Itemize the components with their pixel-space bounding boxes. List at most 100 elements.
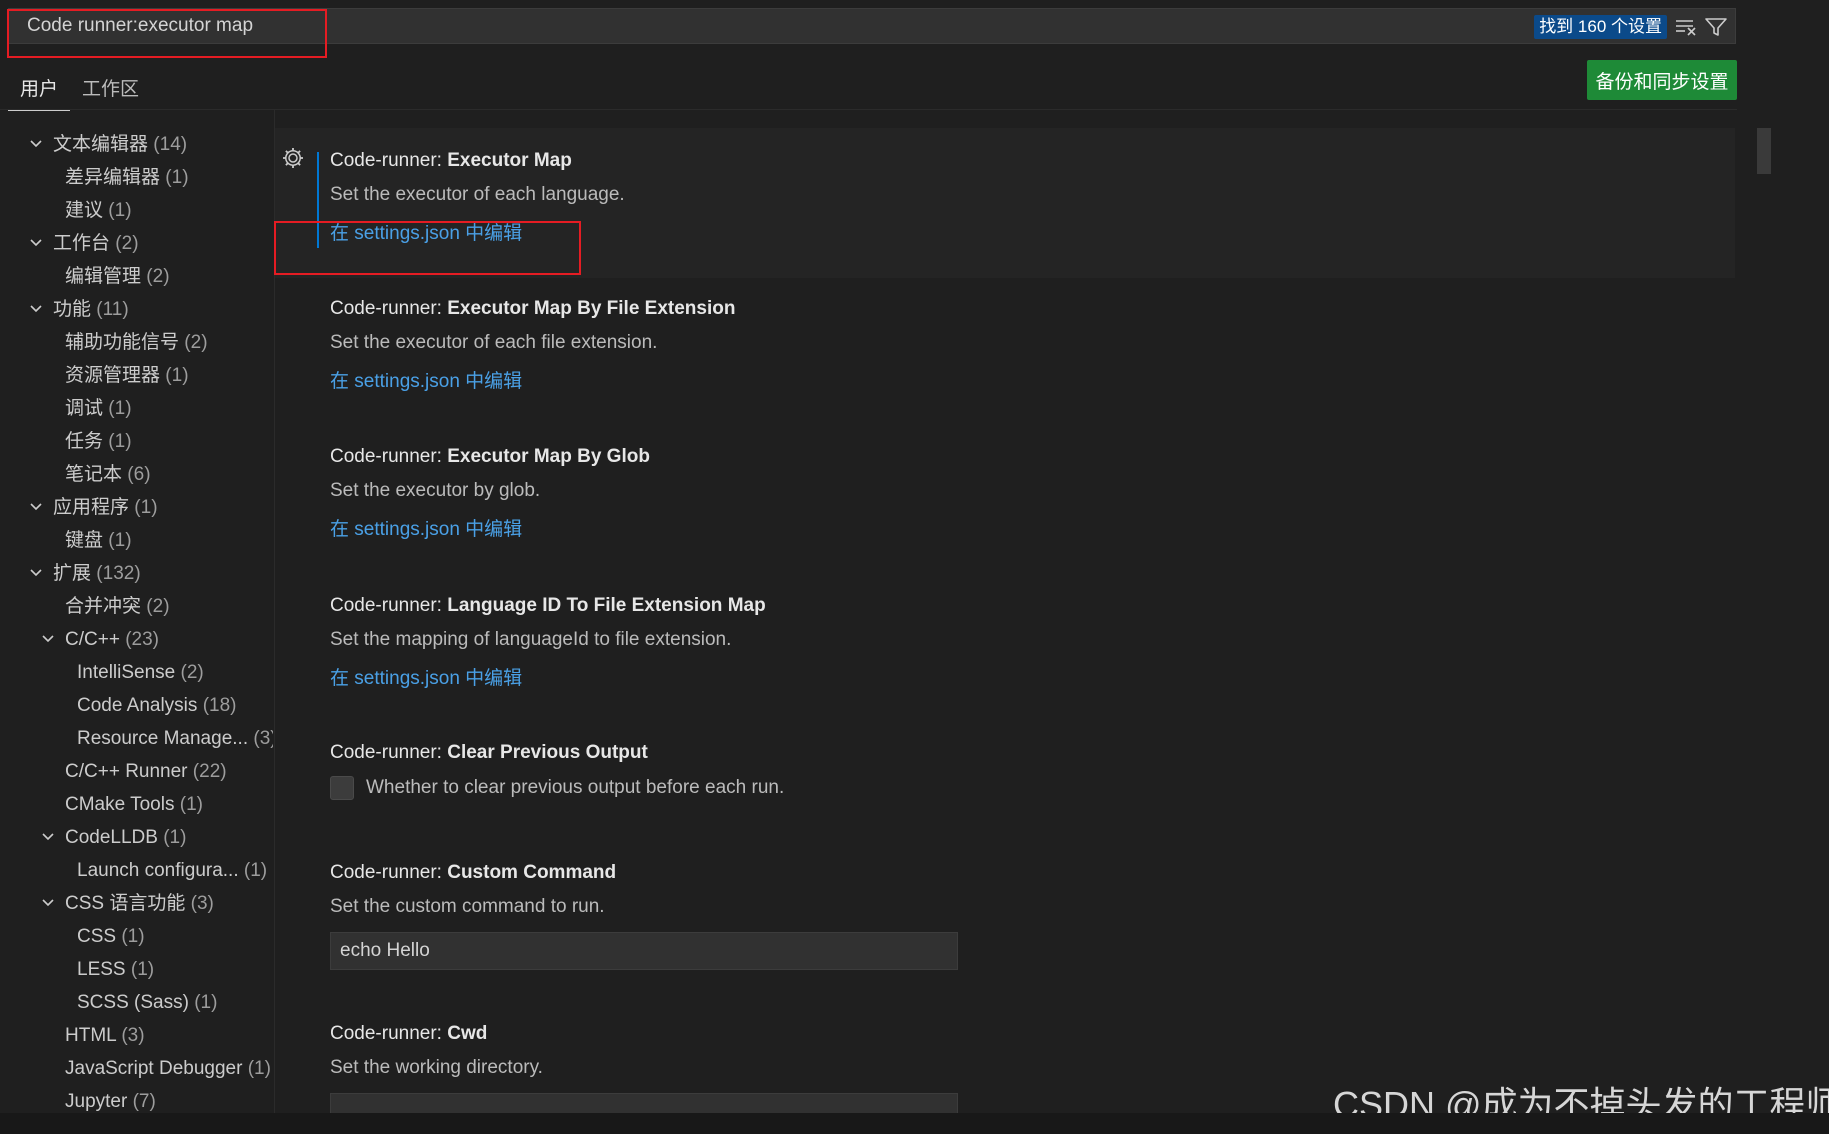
toc-item-count: (1) <box>163 827 187 848</box>
settings-search-input[interactable] <box>19 9 1519 43</box>
edit-in-settings-json-link[interactable]: 在 settings.json 中编辑 <box>330 514 1630 541</box>
toc-item[interactable]: 文本编辑器 (14) <box>0 128 273 161</box>
toc-item[interactable]: 笔记本 (6) <box>0 458 273 491</box>
toc-item[interactable]: 辅助功能信号 (2) <box>0 326 273 359</box>
edit-in-settings-json-link[interactable]: 在 settings.json 中编辑 <box>330 663 1630 690</box>
toc-item-label: 建议 <box>65 200 104 221</box>
toc-item[interactable]: CMake Tools (1) <box>0 788 273 821</box>
toc-item-label: IntelliSense <box>77 662 176 683</box>
toc-item[interactable]: CodeLLDB (1) <box>0 821 273 854</box>
clear-filter-icon[interactable] <box>1673 15 1699 39</box>
toc-item-count: (1) <box>247 1058 271 1079</box>
toc-item[interactable]: C/C++ Runner (22) <box>0 755 273 788</box>
toc-item-label: 键盘 <box>65 530 104 551</box>
setting-title: Code-runner: Custom Command <box>330 862 617 883</box>
toc-item[interactable]: 建议 (1) <box>0 194 273 227</box>
toc-item[interactable]: 差异编辑器 (1) <box>0 161 273 194</box>
setting-title: Code-runner: Language ID To File Extensi… <box>330 595 766 616</box>
toc-item[interactable]: Resource Manage... (3) <box>0 722 273 755</box>
setting-description: Set the executor of each language. <box>330 184 625 205</box>
toc-item-count: (1) <box>194 992 218 1013</box>
chevron-down-icon[interactable] <box>29 236 43 250</box>
toc-item-label: Resource Manage... <box>77 728 249 749</box>
toc-item-label: CMake Tools <box>65 794 175 815</box>
toc-item-count: (2) <box>180 662 204 683</box>
toc-item-count: (1) <box>243 860 268 881</box>
toc-item-count: (1) <box>108 398 132 419</box>
settings-toc: 文本编辑器 (14) 差异编辑器 (1) 建议 (1) 工作台 (2) 编辑管理 (2)… <box>0 128 273 1118</box>
toc-item[interactable]: C/C++ (23) <box>0 623 273 656</box>
chevron-down-icon[interactable] <box>41 830 55 844</box>
toc-item-count: (1) <box>108 200 132 221</box>
clear-previous-output-checkbox[interactable] <box>330 776 354 800</box>
gear-icon[interactable] <box>281 146 305 170</box>
toc-item[interactable]: 键盘 (1) <box>0 524 273 557</box>
toc-item-count: (1) <box>165 365 189 386</box>
toc-item-count: (23) <box>125 629 159 650</box>
toc-item-count: (2) <box>184 332 208 353</box>
chevron-down-icon[interactable] <box>29 566 43 580</box>
backup-sync-button[interactable]: 备份和同步设置 <box>1587 60 1737 100</box>
toc-item-count: (2) <box>146 266 170 287</box>
toc-item-label: HTML <box>65 1025 117 1046</box>
toc-item-count: (14) <box>153 134 188 155</box>
chevron-down-icon[interactable] <box>29 302 43 316</box>
toc-item[interactable]: 任务 (1) <box>0 425 273 458</box>
setting-title: Code-runner: Cwd <box>330 1023 488 1044</box>
toc-item[interactable]: CSS 语言功能 (3) <box>0 887 273 920</box>
tab-user[interactable]: 用户 <box>8 66 71 111</box>
toc-item[interactable]: 应用程序 (1) <box>0 491 273 524</box>
cwd-input[interactable] <box>330 1093 958 1113</box>
toc-item-count: (2) <box>146 596 170 617</box>
toc-item[interactable]: 功能 (11) <box>0 293 273 326</box>
custom-command-input[interactable] <box>330 932 958 970</box>
setting-title: Code-runner: Executor Map <box>330 150 572 171</box>
toc-item-label: 合并冲突 <box>65 596 142 617</box>
toc-item[interactable]: HTML (3) <box>0 1019 273 1052</box>
toc-item[interactable]: 资源管理器 (1) <box>0 359 273 392</box>
settings-search-bar: 找到 160 个设置 <box>8 8 1736 44</box>
settings-scrollbar[interactable] <box>1757 128 1771 174</box>
edit-in-settings-json-link[interactable]: 在 settings.json 中编辑 <box>330 218 1630 245</box>
chevron-down-icon[interactable] <box>29 500 43 514</box>
toc-item[interactable]: 合并冲突 (2) <box>0 590 273 623</box>
toc-item-label: SCSS (Sass) <box>77 992 189 1013</box>
filter-icon[interactable] <box>1703 15 1729 39</box>
setting-language-id-map: Code-runner: Language ID To File Extensi… <box>330 595 1630 690</box>
toc-item-count: (11) <box>96 299 129 320</box>
toc-item[interactable]: JavaScript Debugger (1) <box>0 1052 273 1085</box>
toc-item-label: C/C++ <box>65 629 120 650</box>
toc-item-label: 辅助功能信号 <box>65 332 180 353</box>
edit-in-settings-json-link[interactable]: 在 settings.json 中编辑 <box>330 366 1630 393</box>
toc-item[interactable]: Launch configura... (1) <box>0 854 273 887</box>
toc-item-label: CSS <box>77 926 117 947</box>
toc-item[interactable]: CSS (1) <box>0 920 273 953</box>
toc-item-label: 扩展 <box>53 563 92 584</box>
toc-item[interactable]: 扩展 (132) <box>0 557 273 590</box>
setting-executor-map: Code-runner: Executor Map Set the execut… <box>330 150 1630 245</box>
toc-item[interactable]: SCSS (Sass) (1) <box>0 986 273 1019</box>
toc-item-count: (18) <box>202 695 237 716</box>
chevron-down-icon[interactable] <box>41 632 55 646</box>
toc-item-count: (3) <box>253 728 273 749</box>
toc-item[interactable]: 调试 (1) <box>0 392 273 425</box>
toc-item[interactable]: 编辑管理 (2) <box>0 260 273 293</box>
header-divider <box>0 109 1737 110</box>
setting-description: Set the mapping of languageId to file ex… <box>330 629 732 650</box>
toc-item-label: 工作台 <box>53 233 111 254</box>
toc-item-count: (1) <box>108 530 132 551</box>
search-result-count: 找到 160 个设置 <box>1534 15 1667 39</box>
checkbox-label: Whether to clear previous output before … <box>366 777 785 798</box>
toc-item[interactable]: 工作台 (2) <box>0 227 273 260</box>
toc-item[interactable]: IntelliSense (2) <box>0 656 273 689</box>
toc-item-label: 编辑管理 <box>65 266 142 287</box>
toc-item[interactable]: LESS (1) <box>0 953 273 986</box>
bottom-strip <box>0 1113 1829 1134</box>
chevron-down-icon[interactable] <box>29 137 43 151</box>
toc-item[interactable]: Code Analysis (18) <box>0 689 273 722</box>
toc-item-label: CSS 语言功能 <box>65 893 186 914</box>
tab-workspace[interactable]: 工作区 <box>70 66 151 109</box>
chevron-down-icon[interactable] <box>41 896 55 910</box>
toc-item-label: Jupyter <box>65 1091 128 1112</box>
setting-title: Code-runner: Executor Map By Glob <box>330 446 650 467</box>
